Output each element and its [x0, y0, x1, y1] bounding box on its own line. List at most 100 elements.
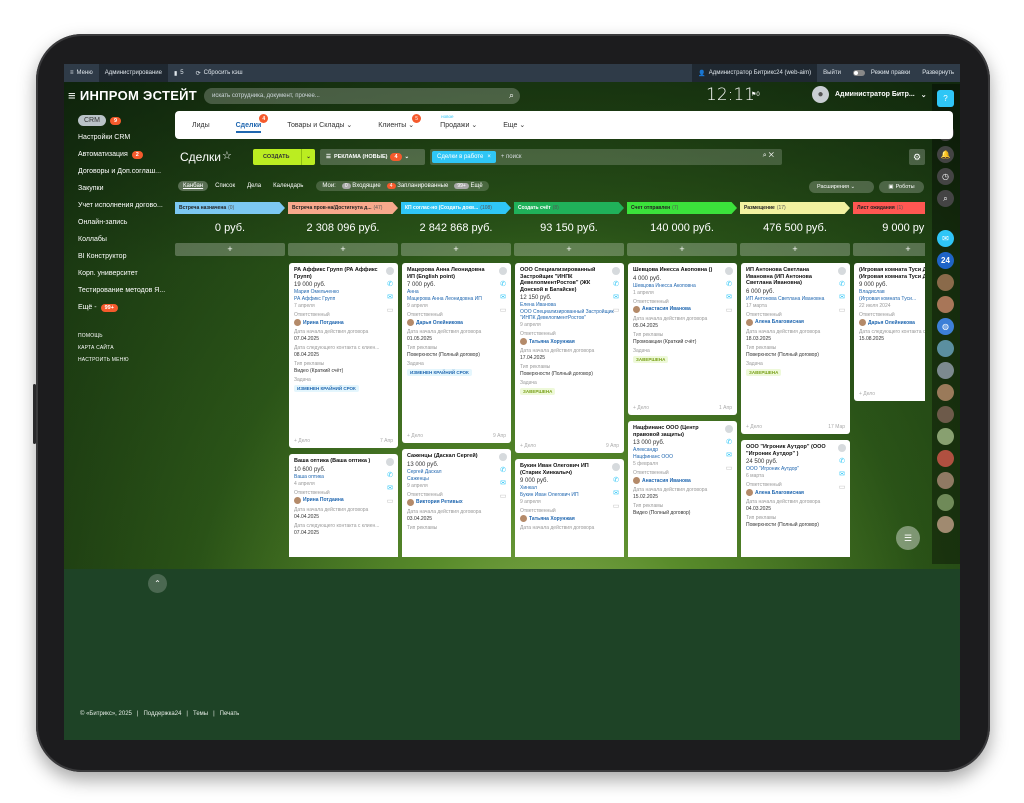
left-menu-item[interactable]: BI Конструктор [64, 248, 176, 265]
portal-user[interactable]: 👤 Администратор Битрикс24 (web-aim) [692, 64, 818, 82]
deal-card[interactable]: Шевцова Инесса Акоповна () 4 000 руб. Шевц… [628, 263, 737, 415]
left-menu-item[interactable]: Настройки CRM [64, 129, 176, 146]
add-activity-link[interactable]: + Дело [520, 443, 536, 449]
create-button[interactable]: СОЗДАТЬ ⌄ [253, 149, 315, 165]
left-menu-link[interactable]: КАРТА САЙТА [64, 342, 176, 354]
chat-icon[interactable]: ▭ [726, 306, 733, 314]
deal-link[interactable]: РА Аффикс Групп [294, 296, 393, 302]
avatar[interactable] [937, 516, 954, 533]
add-deal-button[interactable]: + [288, 243, 398, 256]
column-header[interactable]: Встреча пров-на/Достигнута д... (47) [288, 202, 398, 214]
expand-button[interactable]: Развернуть [916, 64, 960, 82]
chevron-down-icon[interactable]: ⌄ [301, 149, 315, 165]
chat-icon[interactable]: ▭ [500, 306, 507, 314]
deal-card[interactable]: ИП Антонова Светлана Ивановна (ИП Антоно… [741, 263, 850, 434]
tab-item[interactable]: Товары и Склады ⌄ [278, 111, 361, 139]
deal-link[interactable]: (Игровая комната Туси... [859, 296, 925, 302]
add-activity-link[interactable]: + Дело [859, 391, 875, 397]
chat-icon[interactable]: ▭ [613, 502, 620, 510]
avatar[interactable] [937, 406, 954, 423]
planned-filter[interactable]: 4 Запланированные [386, 183, 448, 189]
avatar[interactable] [937, 428, 954, 445]
chat-icon[interactable]: ▭ [500, 492, 507, 500]
portal-logo[interactable]: ≡ ИНПРОМ ЭСТЕЙТ [68, 88, 197, 103]
clock[interactable]: 12:11 [706, 85, 755, 105]
tab-item[interactable]: Лиды [183, 111, 219, 139]
incoming-filter[interactable]: 0 Входящие [341, 183, 381, 189]
add-activity-link[interactable]: + Дело [746, 424, 762, 430]
deal-card[interactable]: РА Аффикс Групп (РА Аффикс Групп) 19 000 … [289, 263, 398, 448]
chat-icon[interactable]: ▭ [387, 497, 394, 505]
chevron-right-icon[interactable]: › [902, 359, 924, 381]
column-header[interactable]: Лист ожидания (1) [853, 202, 925, 214]
column-header[interactable]: Встреча назначена (0) [175, 202, 285, 214]
deal-card[interactable]: ООО Специализированный Застройщик "ИНПК … [515, 263, 624, 453]
deal-link[interactable]: ООО "Игроник Аутдор" [746, 466, 845, 472]
deal-link[interactable]: Букин Иван Олегович ИП [520, 492, 619, 498]
left-menu-item[interactable]: CRM 9 [64, 112, 176, 129]
chat-icon[interactable]: ▭ [613, 306, 620, 314]
add-deal-button[interactable]: + [514, 243, 624, 256]
search-input[interactable]: искать сотрудника, документ, прочее... ⌕ [204, 88, 520, 104]
responsible-user[interactable]: Дарья Олейникова [859, 319, 925, 326]
search-icon[interactable]: ⌕ [937, 190, 954, 207]
responsible-user[interactable]: Татьяна Хорунжая [520, 338, 619, 345]
add-deal-button[interactable]: + [175, 243, 285, 256]
robots-button[interactable]: ▣ Роботы [879, 181, 924, 193]
left-menu-item[interactable]: Автоматизация 2 [64, 146, 176, 163]
avatar[interactable] [937, 296, 954, 313]
phone-icon[interactable]: ✆ [500, 280, 506, 288]
bell-icon[interactable]: 🔔 [937, 146, 954, 163]
add-activity-link[interactable]: + Дело [633, 405, 649, 411]
gear-icon[interactable]: ⚙ [909, 149, 925, 165]
left-menu-item[interactable]: Учет исполнения догово... [64, 197, 176, 214]
phone-icon[interactable]: ✆ [387, 471, 393, 479]
responsible-user[interactable]: Анастасия Иванова [633, 305, 732, 313]
tab-item[interactable]: Сделки 4 [227, 111, 271, 139]
add-activity-link[interactable]: + Дело [407, 433, 423, 439]
add-deal-button[interactable]: + [401, 243, 511, 256]
deal-link[interactable]: Саженцы [407, 476, 506, 482]
left-menu-item[interactable]: Договоры и Доп.соглаш... [64, 163, 176, 180]
left-menu-link[interactable]: НАСТРОИТЬ МЕНЮ [64, 354, 176, 366]
deal-link[interactable]: ИП Антонова Светлана Ивановна [746, 296, 845, 302]
mail-icon[interactable]: ✉ [726, 451, 732, 459]
tab-item[interactable]: Клиенты ⌄ 5 [369, 111, 423, 139]
mail-icon[interactable]: ✉ [613, 293, 619, 301]
deal-link[interactable]: Хинкал [520, 485, 619, 491]
avatar[interactable] [937, 340, 954, 357]
avatar[interactable] [937, 384, 954, 401]
phone-icon[interactable]: ✆ [613, 476, 619, 484]
deal-card[interactable]: ООО "Игроник Аутдор" (ООО "Игроник Аутдо… [741, 440, 850, 557]
pipeline-select[interactable]: ☰ РЕКЛАМА (НОВЫЕ) 4 ⌄ [320, 149, 425, 165]
logout-button[interactable]: Выйти [817, 64, 847, 82]
mail-icon[interactable]: ✉ [387, 484, 393, 492]
responsible-user[interactable]: Алена Благовисная [746, 318, 845, 326]
footer-link[interactable]: Печать [220, 711, 240, 717]
phone-icon[interactable]: ✆ [500, 466, 506, 474]
filter-chip[interactable]: Сделки в работе × [432, 151, 496, 163]
column-header[interactable]: КП соглас-но (Создать докв... (108) [401, 202, 511, 214]
avatar[interactable] [937, 450, 954, 467]
view-tab[interactable]: Дела [242, 181, 266, 191]
clock-icon[interactable]: ◷ [937, 168, 954, 185]
extensions-button[interactable]: Расширения ⌄ [809, 181, 874, 193]
help-icon[interactable]: ? [937, 90, 954, 107]
deal-card[interactable]: Нацфинанс ООО (Центр правовой защиты) 13 … [628, 421, 737, 557]
mail-icon[interactable]: ✉ [613, 489, 619, 497]
deal-card[interactable]: Ваша оптика (Ваша оптика ) 10 600 руб. Ваш… [289, 454, 398, 557]
admin-button[interactable]: Администрирование [98, 64, 168, 82]
filter-search[interactable]: Сделки в работе × + поиск ⌕ ✕ [430, 149, 782, 165]
b24-icon[interactable]: 24 [937, 252, 954, 269]
column-header[interactable]: Создать счёт (8) [514, 202, 624, 214]
chat-icon[interactable]: ✉ [937, 230, 954, 247]
edit-mode-toggle[interactable]: Режим правки [847, 64, 916, 82]
responsible-user[interactable]: Ирина Потдаина [294, 496, 393, 504]
left-menu-item[interactable]: Ещё -99+ [64, 299, 176, 316]
avatar[interactable] [937, 362, 954, 379]
mail-icon[interactable]: ✉ [839, 293, 845, 301]
phone-icon[interactable]: ✆ [726, 438, 732, 446]
chat-icon[interactable]: ▭ [839, 306, 846, 314]
deal-link[interactable]: Александр [633, 447, 732, 453]
phone-icon[interactable]: ✆ [387, 280, 393, 288]
